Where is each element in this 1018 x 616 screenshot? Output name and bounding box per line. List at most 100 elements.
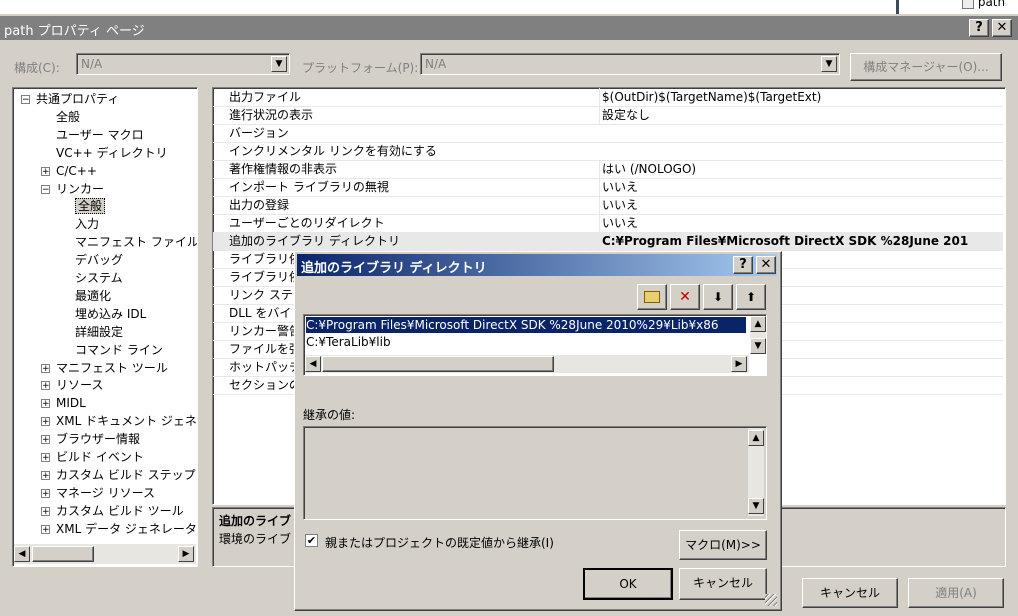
- tree-item[interactable]: + マニフェスト ツール: [41, 359, 168, 377]
- tree-item[interactable]: 埋め込み IDL: [75, 305, 146, 323]
- help-button[interactable]: ?: [969, 19, 989, 37]
- property-name: インクリメンタル リンクを有効にする: [229, 144, 437, 158]
- tree-item-label: カスタム ビルド ステップ: [56, 467, 196, 482]
- property-value[interactable]: 設定なし: [599, 106, 1005, 124]
- expand-icon[interactable]: +: [41, 488, 50, 498]
- property-row[interactable]: ユーザーごとのリダイレクト いいえ: [213, 214, 1003, 233]
- scroll-down-button[interactable]: ▼: [748, 498, 764, 514]
- inherit-checkbox[interactable]: ✔: [305, 534, 318, 547]
- delete-icon[interactable]: ✕: [670, 284, 700, 310]
- tree-item-label: 埋め込み IDL: [75, 306, 147, 321]
- config-manager-button[interactable]: 構成マネージャー(O)...: [850, 53, 1002, 81]
- dialog-cancel-button[interactable]: キャンセル: [679, 568, 767, 600]
- tree-item[interactable]: 全般: [56, 108, 80, 126]
- expand-icon[interactable]: +: [41, 524, 50, 534]
- property-row[interactable]: インクリメンタル リンクを有効にする: [213, 142, 1003, 161]
- inherited-vscroll[interactable]: ▲ ▼: [748, 428, 764, 516]
- property-row[interactable]: バージョン: [213, 124, 1003, 143]
- scroll-right-button[interactable]: ▶: [731, 356, 747, 372]
- scroll-up-button[interactable]: ▲: [750, 316, 766, 332]
- dialog-close-button[interactable]: ✕: [756, 256, 776, 274]
- tree-item[interactable]: − 共通プロパティ: [21, 90, 119, 108]
- property-row[interactable]: 出力の登録 いいえ: [213, 196, 1003, 215]
- expand-icon[interactable]: +: [41, 506, 50, 516]
- scroll-down-button[interactable]: ▼: [750, 338, 766, 354]
- expand-icon[interactable]: +: [41, 399, 50, 409]
- expand-icon[interactable]: +: [41, 363, 50, 373]
- property-row[interactable]: 出力ファイル $(OutDir)$(TargetName)$(TargetExt): [213, 88, 1003, 107]
- path-list[interactable]: C:¥Program Files¥Microsoft DirectX SDK %…: [303, 314, 767, 376]
- tree-item[interactable]: デバッグ: [75, 251, 123, 269]
- property-value[interactable]: いいえ: [599, 196, 1005, 214]
- tree-item-label: デバッグ: [75, 253, 124, 268]
- move-down-icon[interactable]: ⬇: [703, 284, 733, 310]
- apply-button[interactable]: 適用(A): [908, 578, 1004, 608]
- category-tree[interactable]: − 共通プロパティ 全般 ユーザー マクロ VC++ ディレクトリ + C/C++ − リンカー…: [12, 87, 198, 567]
- expand-icon[interactable]: +: [41, 166, 50, 176]
- tree-item[interactable]: 詳細設定: [75, 323, 123, 341]
- expand-icon[interactable]: +: [41, 381, 50, 391]
- resize-grip-icon[interactable]: [765, 594, 777, 606]
- property-value[interactable]: いいえ: [599, 178, 1005, 196]
- new-folder-icon[interactable]: [637, 284, 667, 310]
- expand-icon[interactable]: +: [41, 435, 50, 445]
- tree-item[interactable]: − リンカー: [41, 180, 104, 198]
- scroll-thumb[interactable]: [32, 546, 94, 562]
- path-list-hscroll[interactable]: ◀ ▶: [305, 355, 749, 373]
- chevron-down-icon[interactable]: ▼: [271, 56, 287, 72]
- expand-icon[interactable]: +: [41, 417, 50, 427]
- close-button[interactable]: ✕: [992, 19, 1012, 37]
- tree-item[interactable]: 最適化: [75, 287, 111, 305]
- property-row[interactable]: 進行状況の表示 設定なし: [213, 106, 1003, 125]
- tree-item[interactable]: コマンド ライン: [75, 341, 163, 359]
- scroll-right-button[interactable]: ▶: [178, 546, 194, 562]
- scroll-left-button[interactable]: ◀: [14, 546, 30, 562]
- tree-item[interactable]: VC++ ディレクトリ: [56, 144, 168, 162]
- property-value[interactable]: いいえ: [599, 214, 1005, 232]
- tree-item-label: ビルド イベント: [56, 450, 144, 464]
- collapse-icon[interactable]: −: [21, 95, 30, 105]
- tree-item[interactable]: + XML ドキュメント ジェネレ: [41, 412, 197, 430]
- dialog-ok-button[interactable]: OK: [583, 568, 673, 600]
- background-file-item[interactable]: path: [962, 0, 1005, 9]
- chevron-down-icon[interactable]: ▼: [821, 56, 837, 72]
- property-row[interactable]: 著作権情報の非表示 はい (/NOLOGO): [213, 160, 1003, 179]
- property-row[interactable]: インポート ライブラリの無視 いいえ: [213, 178, 1003, 197]
- tree-item[interactable]: + カスタム ビルド ツール: [41, 502, 184, 520]
- path-list-vscroll[interactable]: ▲ ▼: [750, 316, 766, 354]
- macro-button[interactable]: マクロ(M)>>: [679, 530, 767, 560]
- path-item[interactable]: C:¥TeraLib¥lib: [306, 334, 746, 350]
- tree-item[interactable]: マニフェスト ファイル: [75, 233, 197, 251]
- tree-item[interactable]: + ビルド イベント: [41, 448, 144, 466]
- tree-item[interactable]: 入力: [75, 215, 99, 233]
- property-value[interactable]: C:¥Program Files¥Microsoft DirectX SDK %…: [599, 232, 1005, 250]
- platform-combo[interactable]: N/A ▼: [420, 53, 840, 75]
- property-value[interactable]: $(OutDir)$(TargetName)$(TargetExt): [599, 88, 1005, 106]
- scroll-thumb[interactable]: [322, 356, 554, 372]
- tree-item[interactable]: + マネージ リソース: [41, 484, 155, 502]
- tree-item[interactable]: + カスタム ビルド ステップ: [41, 466, 196, 484]
- expand-icon[interactable]: +: [41, 470, 50, 480]
- description-text: 環境のライブ: [219, 532, 292, 546]
- tree-item[interactable]: システム: [75, 269, 123, 287]
- property-row[interactable]: 追加のライブラリ ディレクトリ C:¥Program Files¥Microsof…: [213, 232, 1003, 251]
- property-value[interactable]: はい (/NOLOGO): [599, 160, 1005, 178]
- main-cancel-button[interactable]: キャンセル: [802, 578, 898, 608]
- expand-icon[interactable]: +: [41, 453, 50, 463]
- tree-item[interactable]: + XML データ ジェネレータ: [41, 520, 197, 538]
- path-item-selected[interactable]: C:¥Program Files¥Microsoft DirectX SDK %…: [306, 317, 746, 333]
- tree-hscrollbar[interactable]: ◀ ▶: [14, 544, 196, 564]
- move-up-icon[interactable]: ⬆: [736, 284, 766, 310]
- tree-item[interactable]: + C/C++: [41, 162, 97, 180]
- tree-item[interactable]: ユーザー マクロ: [56, 126, 144, 144]
- config-combo[interactable]: N/A ▼: [76, 53, 290, 75]
- scroll-left-button[interactable]: ◀: [305, 356, 321, 372]
- tree-item[interactable]: + ブラウザー情報: [41, 430, 140, 448]
- collapse-icon[interactable]: −: [41, 184, 50, 194]
- scroll-up-button[interactable]: ▲: [748, 430, 764, 446]
- dialog-help-button[interactable]: ?: [733, 256, 753, 274]
- tree-item[interactable]: + MIDL: [41, 394, 86, 412]
- inherit-checkbox-label[interactable]: 親またはプロジェクトの既定値から継承(I): [325, 534, 554, 551]
- tree-item[interactable]: + リソース: [41, 376, 103, 394]
- tree-item[interactable]: 全般: [75, 197, 106, 215]
